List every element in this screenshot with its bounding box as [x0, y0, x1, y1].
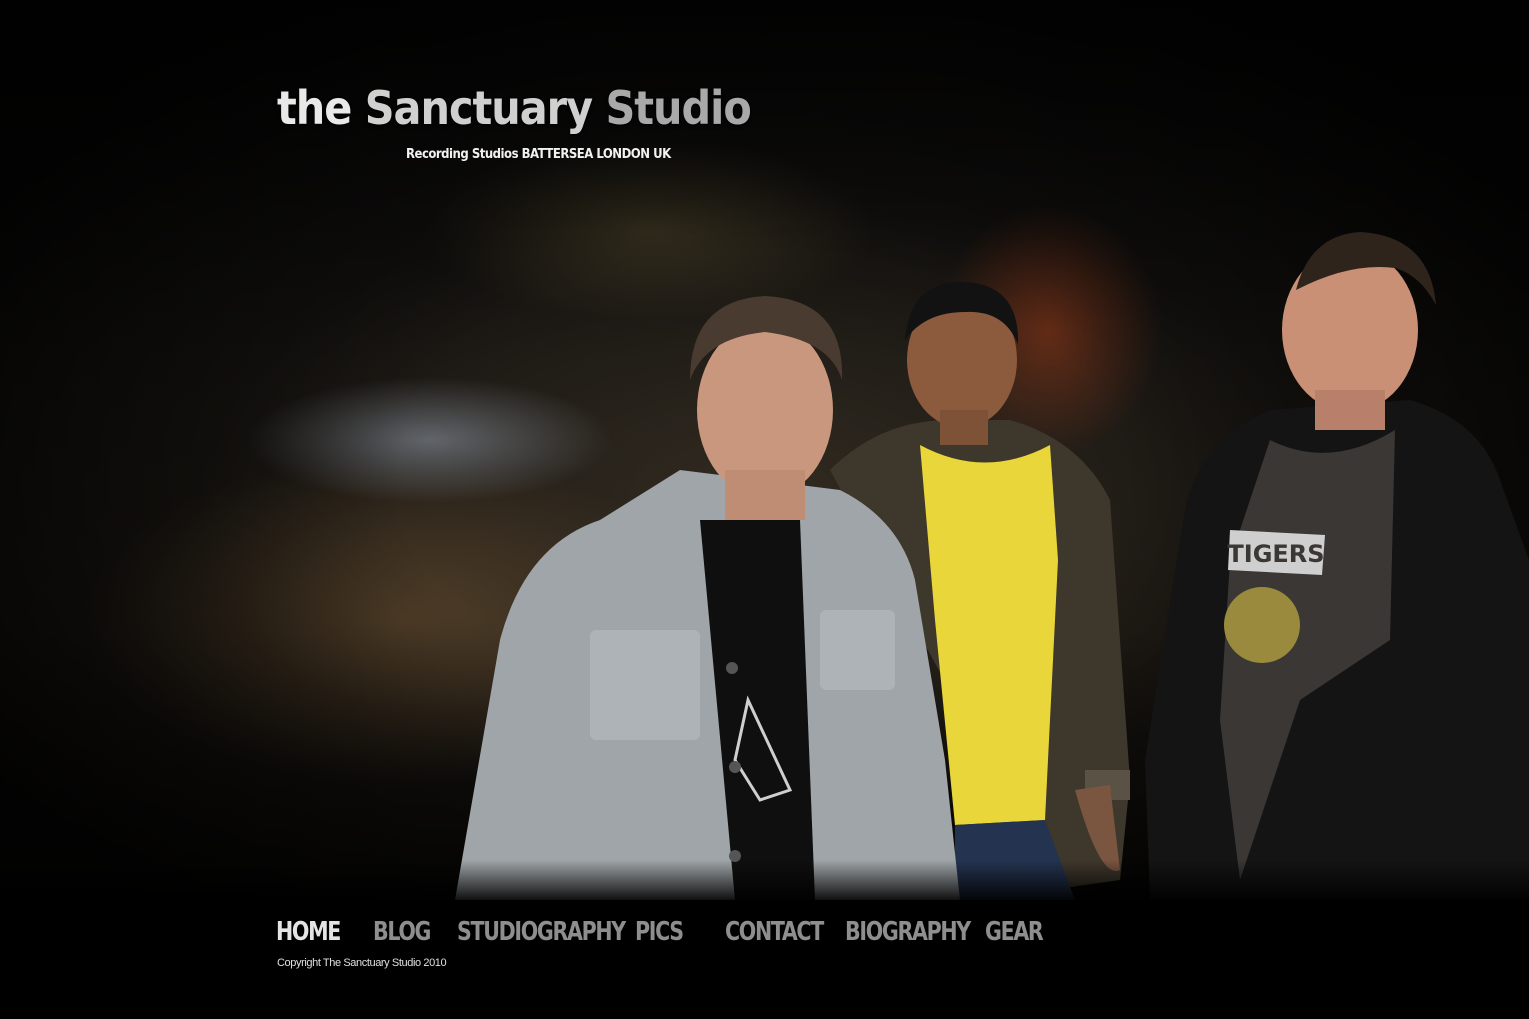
hero-bottom-fade — [0, 860, 1529, 900]
band-photo: TIGERS — [455, 232, 1529, 900]
site-title-the: the — [277, 81, 352, 135]
main-nav: HOME BLOG STUDIOGRAPHY PICS CONTACT BIOG… — [0, 912, 1529, 952]
site-title-sanctuary: Sanctuary — [364, 81, 593, 135]
site-title: the Sanctuary Studio — [277, 80, 752, 136]
nav-gear[interactable]: GEAR — [985, 912, 1044, 952]
nav-pics[interactable]: PICS — [635, 912, 684, 952]
page: TIGERS the Sanctuary Studio Recording St… — [0, 0, 1529, 1019]
nav-contact[interactable]: CONTACT — [725, 912, 824, 952]
shirt-text: TIGERS — [1227, 540, 1324, 568]
site-title-studio: Studio — [605, 81, 751, 135]
nav-studiography[interactable]: STUDIOGRAPHY — [457, 912, 626, 952]
nav-home[interactable]: HOME — [276, 912, 341, 952]
hero-photo: TIGERS — [0, 0, 1529, 900]
nav-biography[interactable]: BIOGRAPHY — [845, 912, 971, 952]
nav-blog[interactable]: BLOG — [373, 912, 431, 952]
person-right: TIGERS — [1145, 232, 1529, 900]
person-left — [455, 296, 960, 900]
site-tagline: Recording Studios BATTERSEA LONDON UK — [406, 147, 671, 162]
copyright-text: Copyright The Sanctuary Studio 2010 — [277, 957, 447, 969]
